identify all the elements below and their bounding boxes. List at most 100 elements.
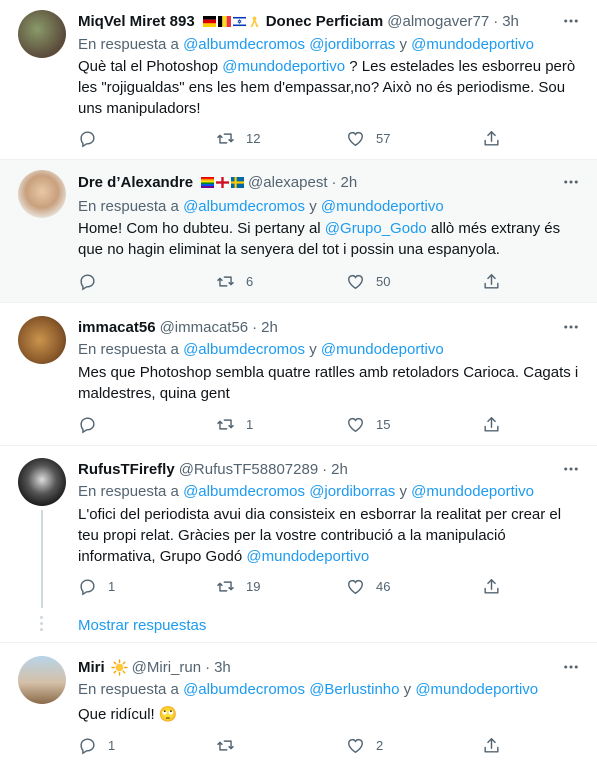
like-button[interactable]: 50 <box>346 271 390 291</box>
avatar[interactable] <box>18 656 66 704</box>
author-name[interactable]: RufusTFirefly <box>78 461 175 478</box>
more-options-button[interactable] <box>561 317 581 337</box>
timestamp[interactable]: 2h <box>331 461 348 478</box>
reply-icon <box>78 415 97 434</box>
reply-button[interactable] <box>78 271 97 291</box>
mention-link[interactable]: @mundodeportivo <box>411 483 534 500</box>
author-name[interactable]: Miri <box>78 659 105 676</box>
show-replies-link[interactable]: Mostrar respuestas <box>78 617 206 634</box>
more-options-button[interactable] <box>561 11 581 31</box>
flag-icons <box>199 176 245 188</box>
tweet-5[interactable]: Miri @Miri_run · 3h En respuesta a @albu… <box>0 643 597 763</box>
more-icon <box>562 12 580 30</box>
mention-link[interactable]: @albumdecromos <box>183 681 305 698</box>
mention-link[interactable]: @albumdecromos <box>183 36 305 53</box>
author-handle[interactable]: @immacat56 <box>160 319 249 336</box>
tweet-text: Home! Com ho dubteu. Si pertany al @Grup… <box>78 220 561 258</box>
author-handle[interactable]: @almogaver77 <box>387 13 489 30</box>
share-button[interactable] <box>482 128 501 148</box>
mention-link[interactable]: @mundodeportivo <box>321 341 444 358</box>
tweet-text: Que ridícul! 🙄 <box>78 706 178 723</box>
tweet-4[interactable]: RufusTFirefly @RufusTF58807289 · 2h En r… <box>0 446 597 643</box>
tweet-3[interactable]: immacat56 @immacat56 · 2h En respuesta a… <box>0 303 597 446</box>
author-handle[interactable]: @Miri_run <box>132 659 201 676</box>
retweet-button[interactable]: 19 <box>216 576 260 596</box>
mention-link[interactable]: @mundodeportivo <box>415 681 538 698</box>
mention-link[interactable]: @mundodeportivo <box>411 36 534 53</box>
yellow-ribbon-icon <box>250 16 259 27</box>
more-options-button[interactable] <box>561 459 581 479</box>
author-name[interactable]: Dre d’Alexandre <box>78 174 193 191</box>
retweet-count: 12 <box>246 130 261 146</box>
timestamp[interactable]: 2h <box>261 319 278 336</box>
like-count: 15 <box>376 416 391 432</box>
mention-link[interactable]: @mundodeportivo <box>246 548 369 565</box>
more-icon <box>562 460 580 478</box>
retweet-count: 19 <box>246 578 261 594</box>
reply-count: 1 <box>108 737 116 753</box>
replying-label: En respuesta a <box>78 36 179 53</box>
reply-button[interactable]: 1 <box>78 735 115 755</box>
rainbow-flag-icon <box>201 176 215 188</box>
share-button[interactable] <box>482 735 501 755</box>
share-icon <box>482 577 501 596</box>
tweet-1[interactable]: MiqVel Miret 893 Donec Perficiam @almoga… <box>0 0 597 160</box>
like-button[interactable]: 46 <box>346 576 390 596</box>
mention-link[interactable]: @albumdecromos <box>183 483 305 500</box>
like-icon <box>346 272 365 291</box>
more-options-button[interactable] <box>561 172 581 192</box>
retweet-button[interactable]: 12 <box>216 128 260 148</box>
author-name-suffix[interactable]: Donec Perficiam <box>266 13 384 30</box>
like-button[interactable]: 15 <box>346 414 390 434</box>
like-button[interactable]: 2 <box>346 735 383 755</box>
mention-link[interactable]: @jordiborras <box>309 483 395 500</box>
belgium-flag-icon <box>217 15 231 27</box>
retweet-button[interactable] <box>216 735 235 755</box>
like-icon <box>346 415 365 434</box>
share-button[interactable] <box>482 576 501 596</box>
share-button[interactable] <box>482 271 501 291</box>
england-flag-icon <box>216 176 230 188</box>
like-button[interactable]: 57 <box>346 128 390 148</box>
author-name[interactable]: immacat56 <box>78 319 156 336</box>
author-handle[interactable]: @RufusTF58807289 <box>179 461 318 478</box>
mention-link[interactable]: @jordiborras <box>309 36 395 53</box>
mention-link[interactable]: @albumdecromos <box>183 341 305 358</box>
tweet-text: Què tal el Photoshop @mundodeportivo ? L… <box>78 58 576 117</box>
tweet-text: L'ofici del periodista avui dia consiste… <box>78 506 562 565</box>
like-count: 50 <box>376 273 391 289</box>
replying-to: En respuesta a @albumdecromos @jordiborr… <box>78 483 534 500</box>
mention-link[interactable]: @mundodeportivo <box>321 198 444 215</box>
avatar[interactable] <box>18 316 66 364</box>
tweet-2[interactable]: Dre d’Alexandre @alexapest · 2h En respu… <box>0 160 597 303</box>
reply-icon <box>78 272 97 291</box>
author-handle[interactable]: @alexapest <box>248 174 327 191</box>
timestamp[interactable]: 3h <box>214 659 231 676</box>
share-button[interactable] <box>482 414 501 434</box>
reply-button[interactable] <box>78 414 97 434</box>
mention-link[interactable]: @Berlustinho <box>309 681 399 698</box>
reply-button[interactable] <box>78 128 97 148</box>
mention-link[interactable]: @albumdecromos <box>183 198 305 215</box>
mention-link[interactable]: @mundodeportivo <box>222 58 345 75</box>
reply-button[interactable]: 1 <box>78 576 115 596</box>
separator-dot: · <box>322 460 328 478</box>
author-name[interactable]: MiqVel Miret 893 <box>78 13 195 30</box>
retweet-count: 6 <box>246 273 254 289</box>
more-icon <box>562 173 580 191</box>
timestamp[interactable]: 2h <box>341 174 358 191</box>
avatar[interactable] <box>18 458 66 506</box>
more-options-button[interactable] <box>561 657 581 677</box>
like-count: 2 <box>376 737 384 753</box>
retweet-button[interactable]: 1 <box>216 414 253 434</box>
sweden-flag-icon <box>231 176 245 188</box>
retweet-icon <box>216 736 235 755</box>
avatar[interactable] <box>18 10 66 58</box>
tweet-actions: 1 19 46 <box>78 576 508 596</box>
mention-link[interactable]: @Grupo_Godo <box>325 220 427 237</box>
more-icon <box>562 318 580 336</box>
avatar[interactable] <box>18 170 66 218</box>
thread-dots <box>40 616 44 634</box>
timestamp[interactable]: 3h <box>502 13 519 30</box>
retweet-button[interactable]: 6 <box>216 271 253 291</box>
